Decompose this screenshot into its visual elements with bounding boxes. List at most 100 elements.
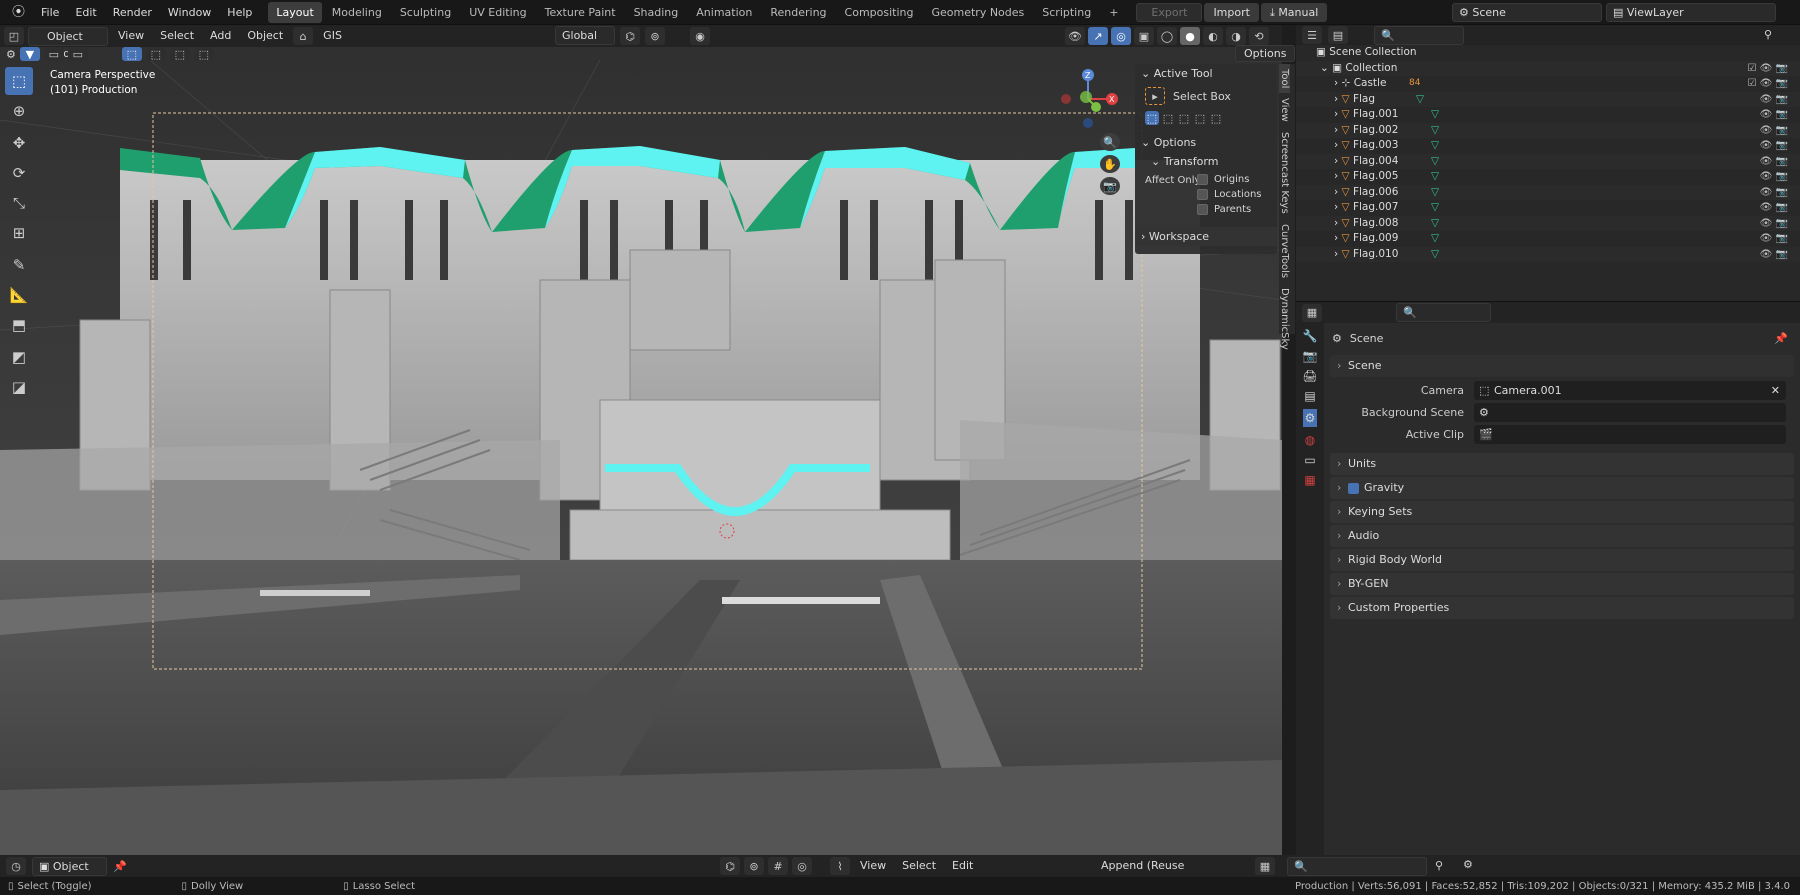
- output-tab-icon[interactable]: 🖨: [1302, 369, 1317, 383]
- zoom-icon[interactable]: 🔍: [1100, 133, 1120, 151]
- add-cube-icon[interactable]: ⬒: [5, 311, 33, 339]
- tool-settings-gear-icon[interactable]: ⚙: [6, 48, 16, 61]
- editor-type-icon[interactable]: ◷: [6, 857, 26, 875]
- shading-material-icon[interactable]: ◐: [1203, 27, 1223, 45]
- units-panel-header[interactable]: Units: [1330, 453, 1794, 475]
- outliner-item[interactable]: › ▽ Flag.008 ▽ 👁 📷: [1296, 215, 1800, 232]
- tab-shading[interactable]: Shading: [626, 2, 687, 23]
- object-mode-selector[interactable]: ▣ Object: [32, 856, 107, 876]
- overlay-footer-icon[interactable]: ◎: [792, 857, 812, 875]
- row-toggles[interactable]: 👁 📷: [1760, 247, 1788, 263]
- options-header[interactable]: ⌄ Options: [1135, 133, 1277, 152]
- outliner-item[interactable]: › ▽ Flag.009 ▽ 👁 📷: [1296, 231, 1800, 247]
- properties-search[interactable]: 🔍: [1396, 303, 1491, 322]
- mode-intersect-icon[interactable]: ⬚: [1209, 111, 1223, 125]
- rigid-body-panel-header[interactable]: Rigid Body World: [1330, 549, 1794, 571]
- box-select-subtract-icon[interactable]: ⬚: [169, 47, 190, 61]
- pivot-icon[interactable]: ⌬: [620, 27, 640, 45]
- 3d-viewport[interactable]: [0, 25, 1282, 855]
- filter-funnel-icon[interactable]: ⚲: [1435, 859, 1443, 872]
- row-toggles[interactable]: 👁 📷: [1760, 185, 1788, 201]
- footer-menu-select[interactable]: Select: [896, 857, 942, 875]
- outliner-editor-icon[interactable]: ☰: [1302, 26, 1322, 44]
- outliner-item[interactable]: › ▽ Flag.005 ▽ 👁 📷: [1296, 169, 1800, 185]
- outliner-item[interactable]: › ▽ Flag.004 ▽ 👁 📷: [1296, 153, 1800, 169]
- row-toggles[interactable]: 👁 📷: [1760, 216, 1788, 232]
- uv-icon[interactable]: ◪: [5, 373, 33, 401]
- view-layer-tab-icon[interactable]: ▤: [1304, 389, 1315, 403]
- rotate-icon[interactable]: ⟳: [5, 159, 33, 187]
- parents-checkbox[interactable]: Parents: [1197, 204, 1251, 215]
- cursor-icon[interactable]: ⊕: [5, 97, 33, 125]
- shading-rendered-icon[interactable]: ◑: [1226, 27, 1246, 45]
- camera-field[interactable]: ⬚ Camera.001 ✕: [1474, 380, 1786, 400]
- tab-dynamicsky[interactable]: DynamicSky: [1279, 283, 1290, 355]
- row-toggles[interactable]: 👁 📷: [1760, 169, 1788, 185]
- custom-properties-panel-header[interactable]: Custom Properties: [1330, 597, 1794, 619]
- editor-type-icon[interactable]: ◰: [4, 27, 24, 45]
- audio-panel-header[interactable]: Audio: [1330, 525, 1794, 547]
- vp-menu-object[interactable]: Object: [241, 27, 289, 45]
- shading-solid-icon[interactable]: ●: [1180, 27, 1200, 45]
- active-tool-header[interactable]: ⌄ Active Tool: [1135, 64, 1277, 83]
- active-clip-field[interactable]: 🎬: [1474, 424, 1786, 444]
- tab-scripting[interactable]: Scripting: [1034, 2, 1099, 23]
- import-method-selector[interactable]: Append (Reuse Data) ⌄: [1095, 857, 1213, 889]
- texture-tab-icon[interactable]: ▦: [1304, 473, 1315, 487]
- graph-editor-icon[interactable]: ⌇: [830, 857, 850, 875]
- footer-menu-edit[interactable]: Edit: [946, 857, 979, 875]
- orientation-selector[interactable]: Global: [555, 26, 615, 45]
- tab-layout[interactable]: Layout: [268, 1, 322, 23]
- workspace-header[interactable]: › Workspace: [1135, 227, 1277, 246]
- menu-edit[interactable]: Edit: [67, 0, 104, 25]
- vp-menu-view[interactable]: View: [112, 27, 150, 45]
- xray-icon[interactable]: ▣: [1134, 27, 1154, 45]
- pivot-footer-icon[interactable]: ⌬: [720, 857, 740, 875]
- tab-geometry-nodes[interactable]: Geometry Nodes: [923, 2, 1032, 23]
- outliner-item[interactable]: › ⊹ Castle 84 ☑ 👁 📷: [1296, 76, 1800, 92]
- display-mode-icon[interactable]: ▦: [1255, 857, 1275, 875]
- row-toggles[interactable]: 👁 📷: [1760, 200, 1788, 216]
- transform-header[interactable]: ⌄ Transform: [1135, 152, 1277, 171]
- blender-logo-icon[interactable]: ⦿: [4, 0, 33, 25]
- box-select-set-icon[interactable]: ⬚: [121, 47, 142, 61]
- camera-view-icon[interactable]: 📷: [1100, 177, 1120, 195]
- pin-icon[interactable]: 📌: [113, 860, 127, 873]
- select-box-tool-icon[interactable]: ▸: [1145, 87, 1165, 105]
- vp-menu-select[interactable]: Select: [154, 27, 200, 45]
- row-toggles[interactable]: ☑ 👁 📷: [1748, 61, 1788, 77]
- export-button[interactable]: Export: [1136, 2, 1203, 22]
- footer-menu-view[interactable]: View: [854, 857, 892, 875]
- menu-window[interactable]: Window: [160, 0, 219, 25]
- snap-icon[interactable]: ⊚: [645, 27, 665, 45]
- tab-sculpting[interactable]: Sculpting: [392, 2, 459, 23]
- collection-row[interactable]: ⌄ ▣ Collection ☑ 👁 📷: [1296, 60, 1800, 77]
- options-button[interactable]: Options: [1235, 45, 1296, 62]
- outliner-item[interactable]: › ▽ Flag.003 ▽ 👁 📷: [1296, 138, 1800, 154]
- transform-icon[interactable]: ⊞: [5, 219, 33, 247]
- properties-editor-icon[interactable]: ▦: [1302, 303, 1322, 322]
- menu-help[interactable]: Help: [219, 0, 260, 25]
- clear-icon[interactable]: ✕: [1771, 381, 1780, 400]
- mode-set-icon[interactable]: ⬚: [1145, 111, 1159, 125]
- asset-search[interactable]: 🔍: [1287, 857, 1427, 876]
- menu-render[interactable]: Render: [105, 0, 160, 25]
- tab-rendering[interactable]: Rendering: [762, 2, 834, 23]
- box-select-invert-icon[interactable]: ⬚: [193, 47, 214, 61]
- scale-icon[interactable]: ⤡: [5, 189, 33, 217]
- scene-panel-header[interactable]: Scene: [1330, 355, 1794, 377]
- outliner-search[interactable]: 🔍: [1374, 25, 1464, 45]
- tab-curvetools[interactable]: CurveTools: [1279, 219, 1290, 283]
- row-toggles[interactable]: ☑ 👁 📷: [1748, 76, 1788, 92]
- shading-wireframe-icon[interactable]: ◯: [1157, 27, 1177, 45]
- world-tab-icon[interactable]: ◍: [1305, 433, 1315, 447]
- outliner-item[interactable]: › ▽ Flag.001 ▽ 👁 📷: [1296, 107, 1800, 123]
- scene-collection-row[interactable]: ▣ Scene Collection: [1296, 45, 1800, 61]
- locations-check[interactable]: [1197, 189, 1208, 200]
- tab-texture-paint[interactable]: Texture Paint: [537, 2, 624, 23]
- gizmo-icon[interactable]: ↗: [1088, 27, 1108, 45]
- origins-check[interactable]: [1197, 174, 1208, 185]
- manual-button[interactable]: ⤓ Manual: [1260, 2, 1328, 22]
- gravity-checkbox[interactable]: [1348, 482, 1359, 494]
- row-toggles[interactable]: 👁 📷: [1760, 123, 1788, 139]
